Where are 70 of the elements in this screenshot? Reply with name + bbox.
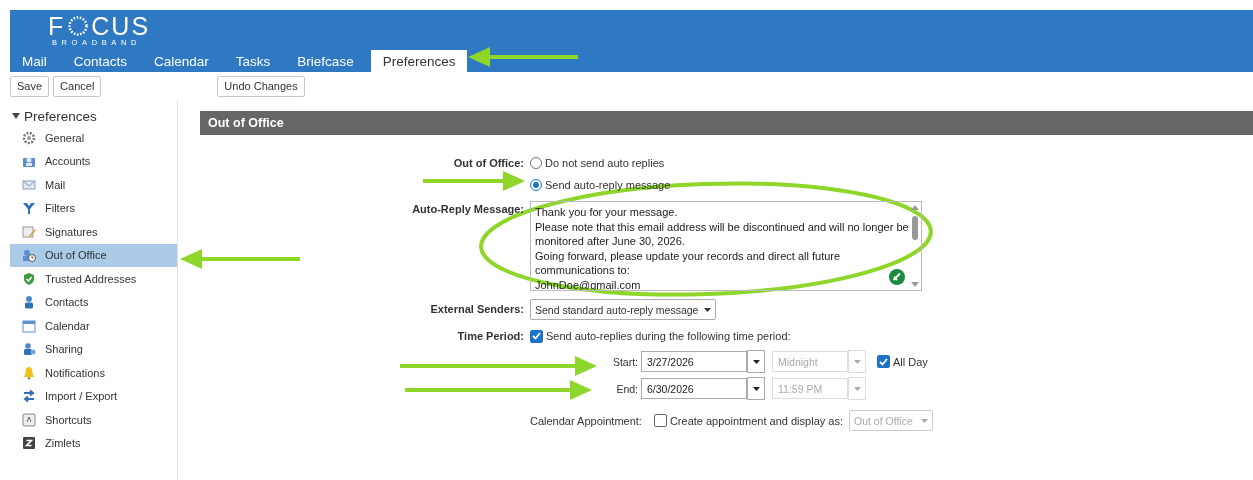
caret-icon <box>752 386 760 391</box>
sidebar-item[interactable]: Shortcuts <box>10 408 177 432</box>
field-label: Start: <box>611 355 638 368</box>
logo-text: F <box>48 13 66 38</box>
checkbox[interactable] <box>530 329 543 343</box>
field-label: End: <box>615 382 638 395</box>
sidebar-item[interactable]: Mail <box>10 173 177 197</box>
caret-icon <box>853 359 861 364</box>
sidebar-item[interactable]: Calendar <box>10 314 177 338</box>
field-label: Time Period: <box>456 329 524 344</box>
field-label: Calendar Appointment: <box>530 414 642 427</box>
radio-label: Do not send auto replies <box>545 157 665 169</box>
dropdown-button[interactable] <box>747 377 765 400</box>
pen-circle-icon[interactable] <box>889 269 905 285</box>
checkbox[interactable] <box>653 414 667 427</box>
sidebar-item[interactable]: Signatures <box>10 220 177 244</box>
section-title: Out of Office <box>208 116 284 130</box>
envelope-icon <box>22 177 36 192</box>
dotted-ring-icon <box>67 14 90 37</box>
toolbar-button[interactable]: Cancel <box>53 75 102 97</box>
nav-tab[interactable]: Tasks <box>225 50 281 72</box>
sidebar-item[interactable]: General <box>10 126 177 150</box>
field-label: Auto-Reply Message: <box>411 202 524 217</box>
sidebar-item[interactable]: Zimlets <box>10 431 177 455</box>
sidebar-item[interactable]: Filters <box>10 196 177 220</box>
swap-arrows-icon <box>22 389 36 404</box>
caret-icon <box>752 359 760 364</box>
person-clock-icon <box>22 248 36 263</box>
calendar-icon <box>22 318 36 333</box>
zimlet-icon <box>22 436 36 451</box>
sidebar-item[interactable]: Trusted Addresses <box>10 267 177 291</box>
radio-button[interactable] <box>530 179 542 191</box>
sidebar-item[interactable]: Contacts <box>10 290 177 314</box>
dropdown-button[interactable] <box>747 350 765 373</box>
sidebar-item[interactable]: Out of Office <box>10 243 177 267</box>
checkbox[interactable] <box>877 355 890 368</box>
bell-icon <box>22 365 36 380</box>
caret-icon <box>853 386 861 391</box>
gear-icon <box>22 130 36 145</box>
sidebar-item[interactable]: Import / Export <box>10 384 177 408</box>
person-icon <box>22 295 36 310</box>
checkbox-label: All Day <box>893 355 928 368</box>
sidebar-item[interactable]: Sharing <box>10 337 177 361</box>
nav-tab[interactable]: Contacts <box>63 50 138 72</box>
logo-text: CUS <box>91 13 151 38</box>
nav-tab[interactable]: Mail <box>12 50 57 72</box>
filter-icon <box>22 201 36 216</box>
undo-button[interactable]: Undo Changes <box>217 75 305 97</box>
expand-triangle-icon[interactable] <box>12 112 20 120</box>
sidebar-title: Preferences <box>24 108 97 124</box>
checkbox-label: Create appointment and display as: <box>669 414 843 427</box>
nav-tab[interactable]: Calendar <box>144 50 219 72</box>
date-field[interactable]: 6/30/2026 <box>641 378 747 399</box>
sidebar-item[interactable]: Accounts <box>10 149 177 173</box>
radio-button[interactable] <box>530 157 542 169</box>
sidebar-item[interactable]: Notifications <box>10 361 177 385</box>
sender-dropdown[interactable]: Send standard auto-reply message <box>530 299 716 320</box>
nav-tab[interactable]: Briefcase <box>287 50 364 72</box>
caret-icon <box>704 307 711 312</box>
field-label: Out of Office: <box>452 156 524 171</box>
checkbox-label: Send auto-replies during the following time period: <box>546 330 791 342</box>
toolbar-button[interactable]: Save <box>10 75 50 97</box>
shield-icon <box>22 271 36 286</box>
caret-icon <box>921 418 928 423</box>
nav-tab[interactable]: Preferences <box>370 50 468 72</box>
field-label: External Senders: <box>429 302 524 317</box>
pen-paper-icon <box>22 224 36 239</box>
people-icon <box>22 342 36 357</box>
date-field[interactable]: 3/27/2026 <box>641 351 747 372</box>
keyboard-key-icon <box>22 412 36 427</box>
